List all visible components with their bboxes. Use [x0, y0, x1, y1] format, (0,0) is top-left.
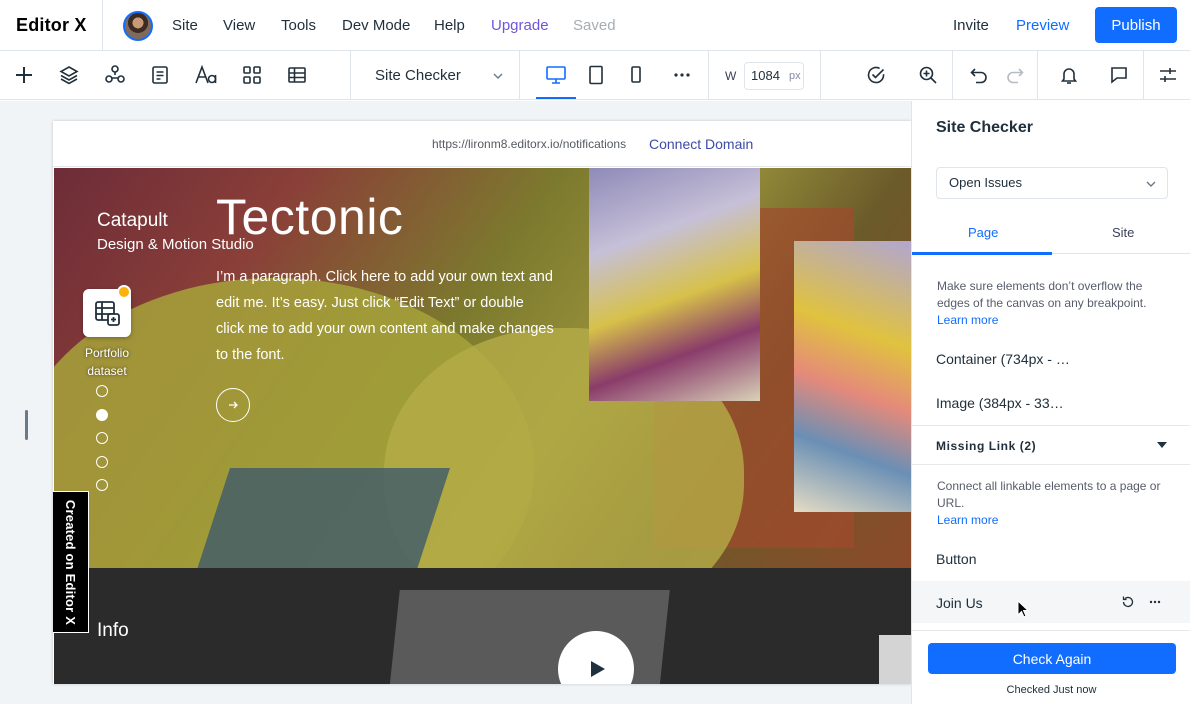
- slider-dot[interactable]: [96, 432, 108, 444]
- warning-badge: [117, 285, 131, 299]
- gallery-image[interactable]: [794, 241, 911, 512]
- tab-site[interactable]: Site: [1112, 225, 1134, 240]
- hero-title[interactable]: Tectonic: [216, 188, 403, 246]
- created-badge-label: Created on Editor X: [63, 499, 78, 625]
- menu-view[interactable]: View: [223, 17, 255, 34]
- divider: [708, 51, 709, 100]
- more-icon[interactable]: [670, 63, 694, 87]
- learn-more-link[interactable]: Learn more: [937, 513, 998, 527]
- slider-dot[interactable]: [96, 385, 108, 397]
- typography-icon[interactable]: [194, 63, 218, 87]
- resize-handle[interactable]: [25, 410, 28, 440]
- bell-icon[interactable]: [1057, 63, 1081, 87]
- menu-site[interactable]: Site: [172, 17, 198, 34]
- panel-footer: Check Again Checked Just now: [912, 630, 1190, 704]
- site-checker-panel: Site Checker Open Issues Page Site Make …: [911, 101, 1190, 704]
- refresh-icon[interactable]: [1121, 595, 1135, 612]
- divider: [952, 51, 953, 100]
- undo-icon[interactable]: [967, 63, 991, 87]
- invite-button[interactable]: Invite: [953, 17, 989, 34]
- comments-icon[interactable]: [1107, 63, 1131, 87]
- url-bar: https://lironm8.editorx.io/notifications…: [53, 121, 911, 167]
- connect-domain-link[interactable]: Connect Domain: [649, 136, 753, 152]
- dataset-label: Portfolio dataset: [84, 346, 130, 378]
- divider: [1143, 51, 1144, 100]
- issue-item[interactable]: Image (384px - 33…: [936, 395, 1064, 411]
- publish-button[interactable]: Publish: [1095, 7, 1177, 43]
- divider: [102, 0, 103, 51]
- editor-toolbar: Site Checker W 1084 px: [0, 51, 1190, 100]
- preview-button[interactable]: Preview: [1016, 17, 1069, 34]
- pages-icon[interactable]: [148, 63, 172, 87]
- active-breakpoint-indicator: [536, 97, 576, 99]
- check-circle-icon[interactable]: [864, 63, 888, 87]
- divider: [350, 51, 351, 100]
- created-on-editor-x-badge[interactable]: Created on Editor X: [53, 491, 89, 633]
- more-icon[interactable]: [1148, 595, 1162, 612]
- site-brand[interactable]: Catapult: [97, 210, 168, 232]
- missing-link-section-header[interactable]: Missing Link (2): [912, 425, 1190, 465]
- divider: [820, 51, 821, 100]
- hero-section[interactable]: Catapult Design & Motion Studio Tectonic…: [54, 168, 911, 568]
- components-icon[interactable]: [103, 63, 127, 87]
- caret-down-icon: [1157, 442, 1167, 448]
- video-background-shape: [879, 635, 911, 684]
- zoom-icon[interactable]: [916, 63, 940, 87]
- apps-icon[interactable]: [240, 63, 264, 87]
- issue-item[interactable]: Join Us: [936, 595, 983, 611]
- menu-tools[interactable]: Tools: [281, 17, 316, 34]
- cursor-icon: [1017, 599, 1030, 621]
- divider: [519, 51, 520, 100]
- issues-filter-select[interactable]: Open Issues: [936, 167, 1168, 199]
- slider-dot-active[interactable]: [96, 408, 108, 421]
- site-url: https://lironm8.editorx.io/notifications: [432, 137, 627, 151]
- issue-item[interactable]: Button: [936, 551, 976, 567]
- info-section[interactable]: Info: [54, 568, 911, 684]
- upgrade-link[interactable]: Upgrade: [491, 17, 549, 34]
- issue-item[interactable]: Container (734px - …: [936, 351, 1070, 367]
- editor-logo[interactable]: Editor X: [16, 15, 87, 36]
- panel-title: Site Checker: [936, 119, 1033, 136]
- check-again-button[interactable]: Check Again: [928, 643, 1176, 674]
- top-bar: Editor X Site View Tools Dev Mode Help U…: [0, 0, 1190, 51]
- desktop-icon[interactable]: [544, 63, 568, 87]
- menu-help[interactable]: Help: [434, 17, 465, 34]
- divider: [1037, 51, 1038, 100]
- chevron-down-icon[interactable]: [1145, 177, 1157, 193]
- save-status: Saved: [573, 17, 616, 34]
- layers-icon[interactable]: [57, 63, 81, 87]
- gallery-image[interactable]: [589, 168, 760, 401]
- cms-icon[interactable]: [285, 63, 309, 87]
- missing-link-description: Connect all linkable elements to a page …: [937, 479, 1161, 510]
- panel-select[interactable]: Site Checker: [375, 67, 461, 84]
- redo-icon[interactable]: [1003, 63, 1027, 87]
- active-tab-indicator: [912, 252, 1052, 255]
- chevron-down-icon[interactable]: [492, 69, 504, 85]
- width-label: W: [725, 69, 737, 83]
- plus-icon[interactable]: [12, 63, 36, 87]
- width-unit: px: [789, 70, 801, 82]
- learn-more-link[interactable]: Learn more: [937, 313, 998, 327]
- slider-dots: [96, 385, 108, 503]
- tab-page[interactable]: Page: [968, 225, 998, 240]
- mobile-icon[interactable]: [624, 63, 648, 87]
- hero-paragraph[interactable]: I’m a paragraph. Click here to add your …: [216, 264, 556, 368]
- arrow-right-icon[interactable]: [216, 388, 250, 422]
- tablet-icon[interactable]: [584, 63, 608, 87]
- user-avatar[interactable]: [123, 11, 153, 41]
- last-checked-status: Checked Just now: [1006, 684, 1097, 696]
- slider-dot[interactable]: [96, 455, 108, 468]
- slider-dot[interactable]: [96, 479, 108, 491]
- site-preview-frame[interactable]: https://lironm8.editorx.io/notifications…: [53, 121, 911, 684]
- overflow-description: Make sure elements don’t overflow the ed…: [937, 279, 1147, 310]
- info-heading[interactable]: Info: [97, 620, 129, 642]
- menu-dev-mode[interactable]: Dev Mode: [342, 17, 410, 34]
- section-title: Missing Link (2): [936, 439, 1037, 453]
- settings-sliders-icon[interactable]: [1156, 63, 1180, 87]
